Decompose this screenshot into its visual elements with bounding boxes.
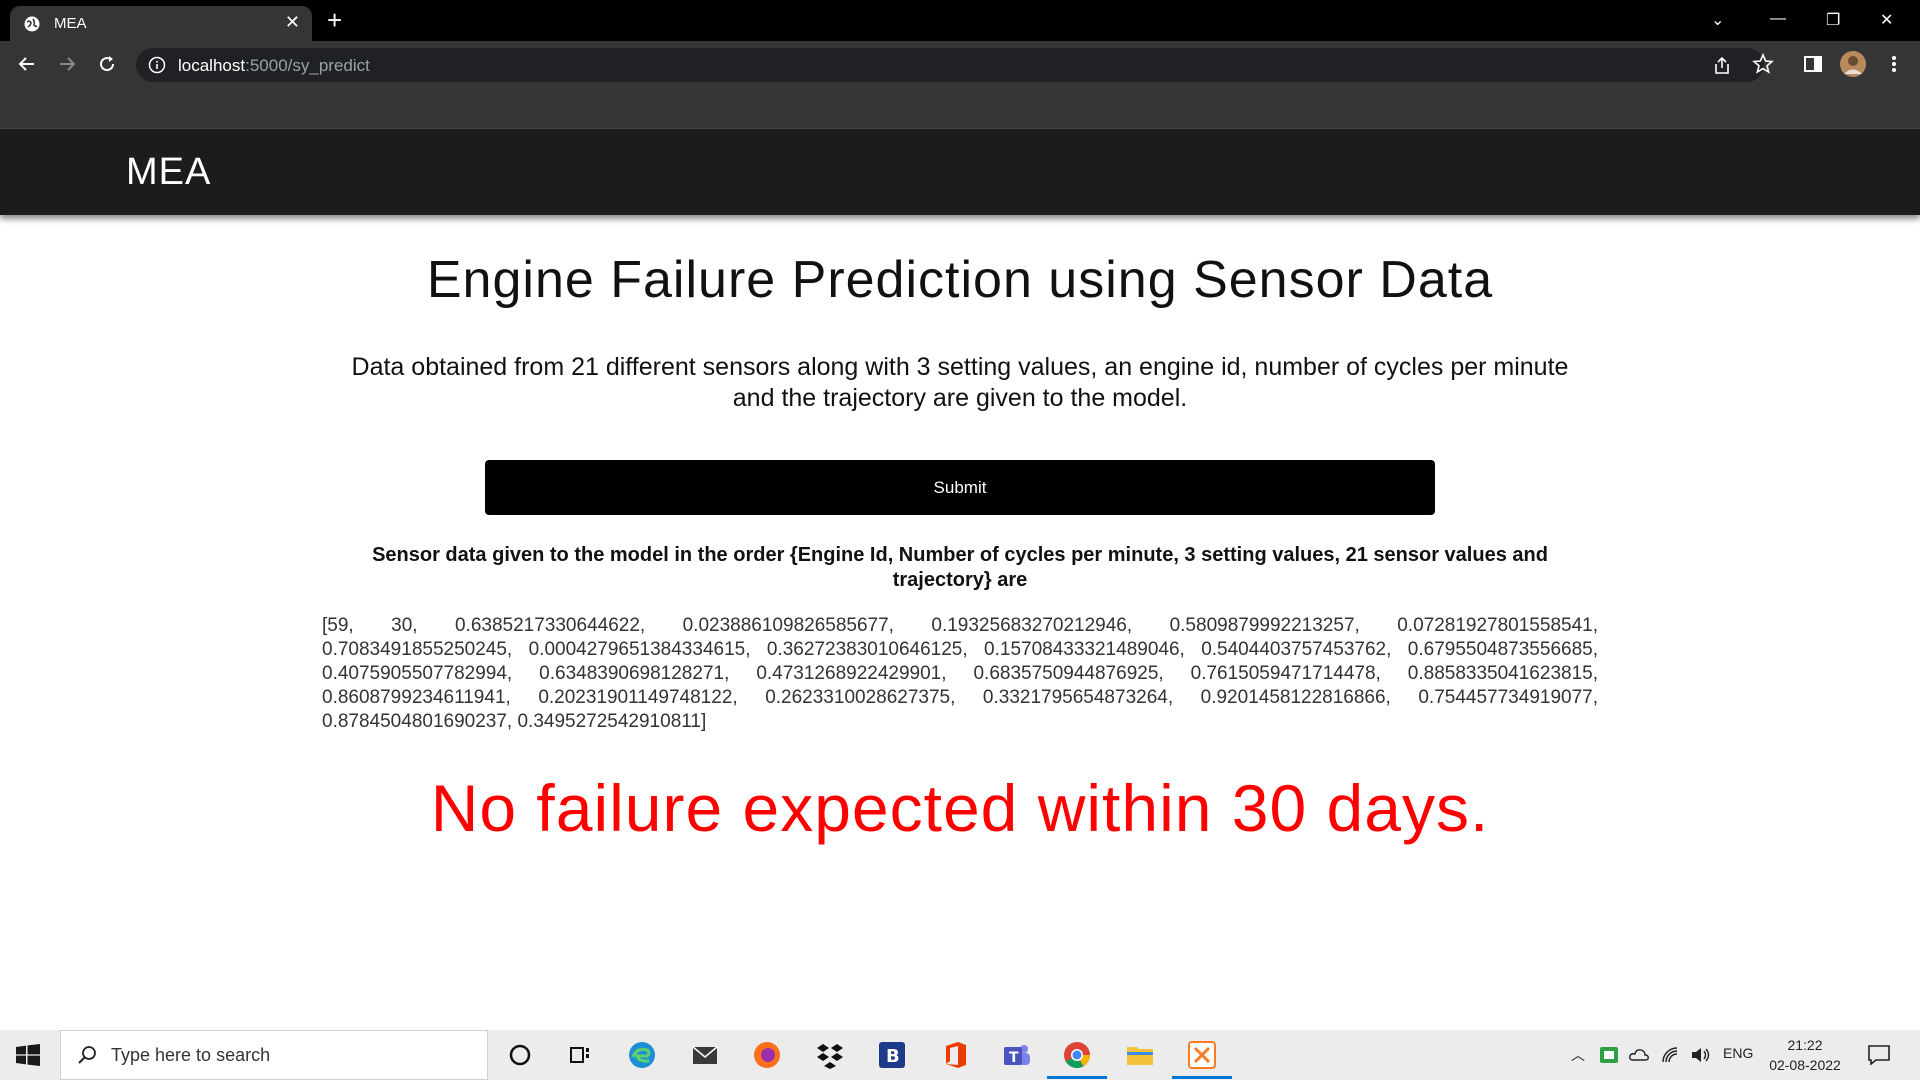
notifications-icon[interactable] [1866,1043,1892,1067]
search-placeholder: Type here to search [111,1045,271,1065]
wifi-icon[interactable] [1660,1045,1682,1065]
svg-text:B: B [886,1046,900,1067]
site-navbar: MEA [0,129,1920,215]
windows-start-icon[interactable] [16,1044,40,1066]
clock-date: 02-08-2022 [1769,1057,1841,1073]
browser-tab-bar: MEA ✕ + ⌄ — ❐ ✕ [0,0,1920,41]
close-tab-icon[interactable]: ✕ [285,12,300,33]
taskbar-clock[interactable]: 21:22 02-08-2022 [1760,1035,1850,1075]
search-icon [78,1046,96,1064]
sensor-values-text: [59, 30, 0.6385217330644622, 0.023886109… [322,615,1598,732]
taskbar-search[interactable]: Type here to search [60,1030,488,1080]
tab-title: MEA [54,15,87,32]
edge-icon[interactable] [627,1040,657,1070]
page-description: Data obtained from 21 different sensors … [351,353,1569,412]
tab-search-icon[interactable]: ⌄ [1711,10,1724,30]
onedrive-icon[interactable] [1628,1045,1650,1065]
language-indicator[interactable]: ENG [1723,1045,1753,1061]
address-bar[interactable]: localhost:5000/sy_predict [136,48,1764,82]
chrome-icon[interactable] [1062,1040,1092,1070]
page-title: Engine Failure Prediction using Sensor D… [426,251,1494,309]
cortana-icon[interactable] [505,1040,535,1070]
globe-icon [24,16,40,32]
brand-logo-text[interactable]: MEA [126,151,211,194]
bookmarks-area [0,90,1920,129]
clock-time: 21:22 [1787,1037,1823,1053]
prediction-result: No failure expected within 30 days. [430,771,1490,845]
browser-tab[interactable]: MEA ✕ [10,6,312,41]
dropbox-icon[interactable] [815,1040,845,1070]
reload-icon[interactable] [95,52,119,76]
restore-icon[interactable]: ❐ [1826,10,1840,30]
teams-icon[interactable]: T [1002,1040,1032,1070]
profile-avatar-icon[interactable] [1839,50,1867,78]
app-tray-icon[interactable] [1598,1045,1620,1065]
window-close-icon[interactable]: ✕ [1880,10,1893,30]
firefox-icon[interactable] [752,1040,782,1070]
submit-button[interactable]: Submit [485,460,1435,515]
url-text: localhost:5000/sy_predict [178,56,370,75]
file-explorer-icon[interactable] [1125,1040,1155,1070]
minimize-icon[interactable]: — [1770,10,1786,28]
xampp-icon[interactable] [1187,1040,1217,1070]
xampp-active-indicator [1172,1076,1232,1079]
b-app-icon[interactable]: B [877,1040,907,1070]
share-icon[interactable] [1712,56,1732,76]
back-icon[interactable] [15,52,39,76]
svg-text:T: T [1009,1050,1019,1066]
browser-toolbar: localhost:5000/sy_predict [0,41,1920,90]
office-icon[interactable] [940,1040,970,1070]
bookmark-star-icon[interactable] [1751,52,1775,76]
chrome-active-indicator [1047,1076,1107,1079]
side-panel-icon[interactable] [1801,52,1825,76]
forward-icon[interactable] [55,52,79,76]
sensor-data-heading: Sensor data given to the model in the or… [372,544,1548,591]
mail-icon[interactable] [690,1040,720,1070]
show-hidden-icons-icon[interactable]: ︿ [1571,1045,1585,1065]
volume-icon[interactable] [1690,1045,1712,1065]
more-menu-icon[interactable] [1882,52,1906,76]
task-view-icon[interactable] [565,1040,595,1070]
taskbar: Type here to search B T ︿ ENG 21:22 02-0… [0,1030,1920,1080]
site-info-icon[interactable] [148,56,166,74]
new-tab-icon[interactable]: + [327,6,342,34]
